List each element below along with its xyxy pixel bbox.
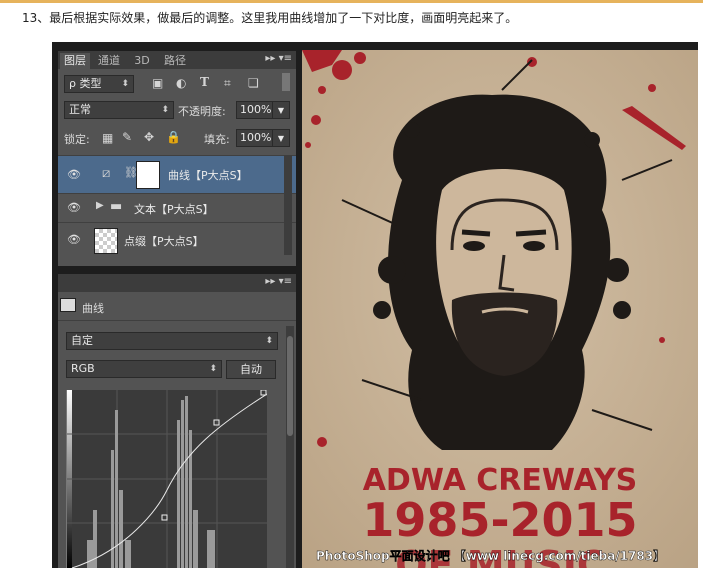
top-accent-line <box>0 0 703 3</box>
lock-position-icon[interactable]: ✥ <box>144 130 154 144</box>
layer-name[interactable]: 点缀【P大点S】 <box>124 233 204 249</box>
layers-panel-tabs: 图层 通道 3D 路径 ▸▸ ▾≡ <box>58 51 296 69</box>
curves-adjustment-icon: ⧄ <box>102 166 111 181</box>
step-caption: 13、最后根据实际效果，做最后的调整。这里我用曲线增加了一下对比度，画面明亮起来… <box>22 11 518 25</box>
layer-row-text-group[interactable]: 👁 ▶ ▬ 文本【P大点S】 <box>58 193 296 222</box>
chevron-updown-icon: ⬍ <box>209 364 217 374</box>
filter-toggle-switch[interactable] <box>282 73 290 91</box>
image-filter-icon[interactable]: ▣ <box>152 76 163 90</box>
tab-layers[interactable]: 图层 <box>60 53 90 69</box>
fill-dropdown-button[interactable]: ▼ <box>272 129 290 147</box>
panel-menu-icon[interactable]: ▸▸ ▾≡ <box>265 53 292 64</box>
properties-panel: ▸▸ ▾≡ 曲线 自定 ⬍ RGB ⬍ 自动 <box>58 274 296 568</box>
lock-all-icon[interactable]: 🔒 <box>166 130 181 144</box>
expand-triangle-icon[interactable]: ▶ <box>96 200 104 211</box>
chevron-down-icon: ▼ <box>277 134 285 143</box>
curves-graph-svg <box>67 389 268 568</box>
tab-channels[interactable]: 通道 <box>94 53 124 69</box>
tab-3d[interactable]: 3D <box>130 53 154 69</box>
poster-canvas: ADWA CREWAYS 1985-2015 OF MUSIC PhotoSho… <box>302 50 698 568</box>
layer-mask-thumbnail[interactable] <box>136 161 160 189</box>
blend-mode-value: 正常 <box>69 103 91 116</box>
properties-scrollbar[interactable] <box>286 326 294 568</box>
layers-panel: 图层 通道 3D 路径 ▸▸ ▾≡ ρ 类型 ⬍ ▣ ◐ T ⌗ ❏ 正常 ⬍ … <box>58 51 296 266</box>
fill-label: 填充: <box>204 133 230 146</box>
curve-line[interactable] <box>71 393 268 568</box>
channel-select[interactable]: RGB ⬍ <box>66 360 222 378</box>
type-filter-icon[interactable]: T <box>200 75 209 89</box>
layer-filter-select[interactable]: ρ 类型 ⬍ <box>64 75 134 93</box>
curve-control-point[interactable] <box>161 514 168 521</box>
shape-filter-icon[interactable]: ⌗ <box>224 76 231 91</box>
chevron-updown-icon: ⬍ <box>265 336 273 346</box>
scrollbar-thumb[interactable] <box>287 336 293 436</box>
adjustment-filter-icon[interactable]: ◐ <box>176 76 186 90</box>
lock-label: 锁定: <box>64 133 90 146</box>
curves-graph[interactable] <box>66 389 268 568</box>
auto-button[interactable]: 自动 <box>226 360 276 379</box>
opacity-dropdown-button[interactable]: ▼ <box>272 101 290 119</box>
panel-menu-icon[interactable]: ▸▸ ▾≡ <box>265 276 292 287</box>
fill-input[interactable]: 100% <box>236 129 273 147</box>
channel-value: RGB <box>71 362 95 375</box>
layer-name[interactable]: 曲线【P大点S】 <box>168 167 248 183</box>
divider <box>58 320 296 321</box>
preset-value: 自定 <box>71 334 93 347</box>
chevron-updown-icon: ⬍ <box>161 105 169 115</box>
layer-thumbnail[interactable] <box>94 228 118 254</box>
layers-scrollbar[interactable] <box>284 155 292 255</box>
blend-mode-select[interactable]: 正常 ⬍ <box>64 101 174 119</box>
curve-control-point[interactable] <box>260 389 267 396</box>
eye-icon[interactable]: 👁 <box>67 168 81 181</box>
lock-image-pixels-icon[interactable]: ✎ <box>122 130 132 144</box>
layer-name[interactable]: 文本【P大点S】 <box>134 201 214 217</box>
eye-icon[interactable]: 👁 <box>67 233 81 246</box>
poster-artwork: ADWA CREWAYS 1985-2015 OF MUSIC PhotoSho… <box>302 50 698 568</box>
chevron-down-icon: ▼ <box>277 106 285 115</box>
properties-panel-header: ▸▸ ▾≡ <box>58 274 296 292</box>
histogram <box>87 396 215 568</box>
smart-object-filter-icon[interactable]: ❏ <box>248 76 259 90</box>
tab-paths[interactable]: 路径 <box>160 53 190 69</box>
opacity-label: 不透明度: <box>178 105 226 118</box>
chevron-updown-icon: ⬍ <box>121 79 129 89</box>
eye-icon[interactable]: 👁 <box>67 201 81 214</box>
layer-row-dots[interactable]: 👁 点缀【P大点S】 <box>58 222 296 257</box>
watermark-text: PhotoShop平面设计吧 【www linecg.com/tieba/178… <box>316 548 665 563</box>
layer-filter-label: ρ 类型 <box>69 77 102 90</box>
folder-icon: ▬ <box>110 199 123 214</box>
adjustment-mask-icon <box>60 298 76 312</box>
layer-row-curves[interactable]: 👁 ⧄ ⛓ 曲线【P大点S】 <box>58 155 296 193</box>
poster-years-text: 1985-2015 <box>362 493 637 547</box>
preset-select[interactable]: 自定 ⬍ <box>66 332 278 350</box>
properties-title: 曲线 <box>82 302 104 315</box>
photoshop-screenshot: 图层 通道 3D 路径 ▸▸ ▾≡ ρ 类型 ⬍ ▣ ◐ T ⌗ ❏ 正常 ⬍ … <box>52 42 698 568</box>
opacity-input[interactable]: 100% <box>236 101 273 119</box>
lock-transparent-pixels-icon[interactable]: ▦ <box>102 131 113 145</box>
